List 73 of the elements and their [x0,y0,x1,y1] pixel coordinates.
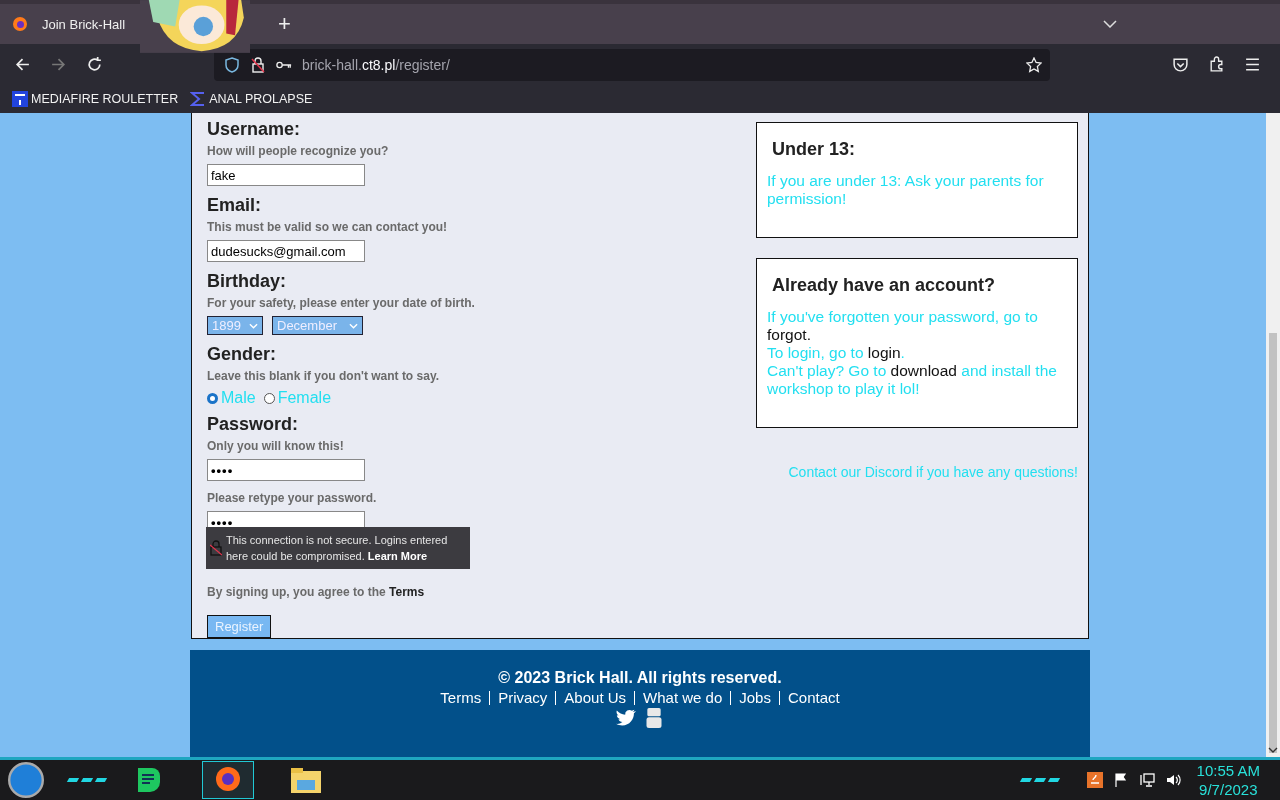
card-text: Can't play? Go to download and install the workshop to play it lol! [767,362,1058,398]
menu-icon[interactable] [1244,56,1261,73]
footer-link[interactable]: Privacy [498,689,548,706]
field-label: Password: [207,413,299,436]
footer-link[interactable]: What we do [643,689,723,706]
star-icon[interactable] [1026,56,1042,73]
sigma-icon [190,91,207,107]
field-label: Email: [207,194,262,217]
clock[interactable]: 10:55 AM 9/7/2023 [1196,761,1260,799]
folder-icon[interactable] [290,766,322,794]
led-drawing [68,778,106,782]
footer-link[interactable]: Contact [787,689,840,706]
bookmark-icon [12,91,28,107]
card-text: To login, go to login. [767,344,906,362]
field-hint: How will people recognize you? [207,144,389,159]
footer-link[interactable]: About Us [564,689,627,706]
shield-icon[interactable] [224,56,240,73]
chevron-down-icon[interactable] [1268,747,1278,753]
clock-date[interactable]: 9/7/2023 [1199,780,1258,799]
text-link[interactable]: login [867,344,901,361]
back-icon[interactable] [14,56,31,73]
bookmark[interactable]: MEDIAFIRE ROULETTER [12,91,179,107]
taskbar-button[interactable] [202,761,254,799]
copyright-text: © 2023 Brick Hall. All rights reserved. [498,669,782,687]
puzzle-icon[interactable] [1208,56,1225,73]
scrollbar-thumb[interactable] [1269,333,1277,753]
clock-time[interactable]: 10:55 AM [1196,761,1260,780]
firefox-icon[interactable] [12,16,28,32]
bird-icon[interactable] [616,708,636,728]
field-hint: This must be valid so we can contact you! [207,220,448,235]
field-label: Gender: [207,343,276,366]
footer-link[interactable]: Jobs [739,689,771,706]
url-text[interactable]: brick-hall.ct8.pl/register/ [302,56,450,73]
field-hint: Leave this blank if you don't want to say. [207,369,439,384]
scrollbar[interactable] [1266,113,1280,757]
radio-button[interactable] [207,392,218,404]
footer-link[interactable]: Terms [440,689,482,706]
browser-tab[interactable]: Join Brick-Hall [42,16,132,32]
flag-icon[interactable] [1112,772,1129,788]
forward-icon[interactable] [50,56,67,73]
padlock-icon [210,540,222,556]
padlock-icon[interactable] [250,56,266,73]
pocket-icon[interactable] [1172,56,1189,73]
start-orb-icon[interactable] [8,762,44,798]
field-hint: Only you will know this! [207,439,344,454]
bookmark-label[interactable]: MEDIAFIRE ROULETTER [31,92,179,106]
password-field[interactable]: •••• [207,459,365,481]
field-hint: For your safety, please enter your date of birth. [207,296,475,311]
field-hint: Please retype your password. [207,491,377,506]
speaker-icon[interactable] [1164,772,1181,788]
address-bar[interactable]: brick-hall.ct8.pl/register/ [214,48,1050,81]
card-text: If you are under 13: Ask your parents for permission! [767,172,1045,208]
username-field[interactable]: fake [207,164,365,186]
text-link[interactable]: download [890,362,957,379]
java-icon[interactable] [1086,772,1103,788]
bookmark[interactable]: ANAL PROLAPSE [190,91,313,107]
network-icon[interactable] [1138,772,1155,788]
email-field[interactable]: dudesucks@gmail.com [207,240,365,262]
tooltip-text: This connection is not secure. Logins entered here could be compromised. Learn More [226,533,449,564]
terms-note: By signing up, you agree to the Terms [207,585,425,599]
card-text: If you've forgotten your password, go to forgot. [767,308,1039,344]
new-tab-button[interactable]: + [270,11,299,37]
text-link[interactable]: forgot [767,326,807,343]
led-drawing [1020,778,1059,782]
firefox-icon[interactable] [214,764,242,792]
reload-icon[interactable] [86,56,103,73]
card-title: Under 13: [772,139,857,160]
card-title: Already have an account? [772,275,997,296]
learn-more-link[interactable]: Learn More [367,550,428,562]
field-label: Username: [207,118,301,141]
bookmark-label[interactable]: ANAL PROLAPSE [209,92,313,106]
radio-button[interactable] [263,392,275,404]
field-label: Birthday: [207,270,286,293]
